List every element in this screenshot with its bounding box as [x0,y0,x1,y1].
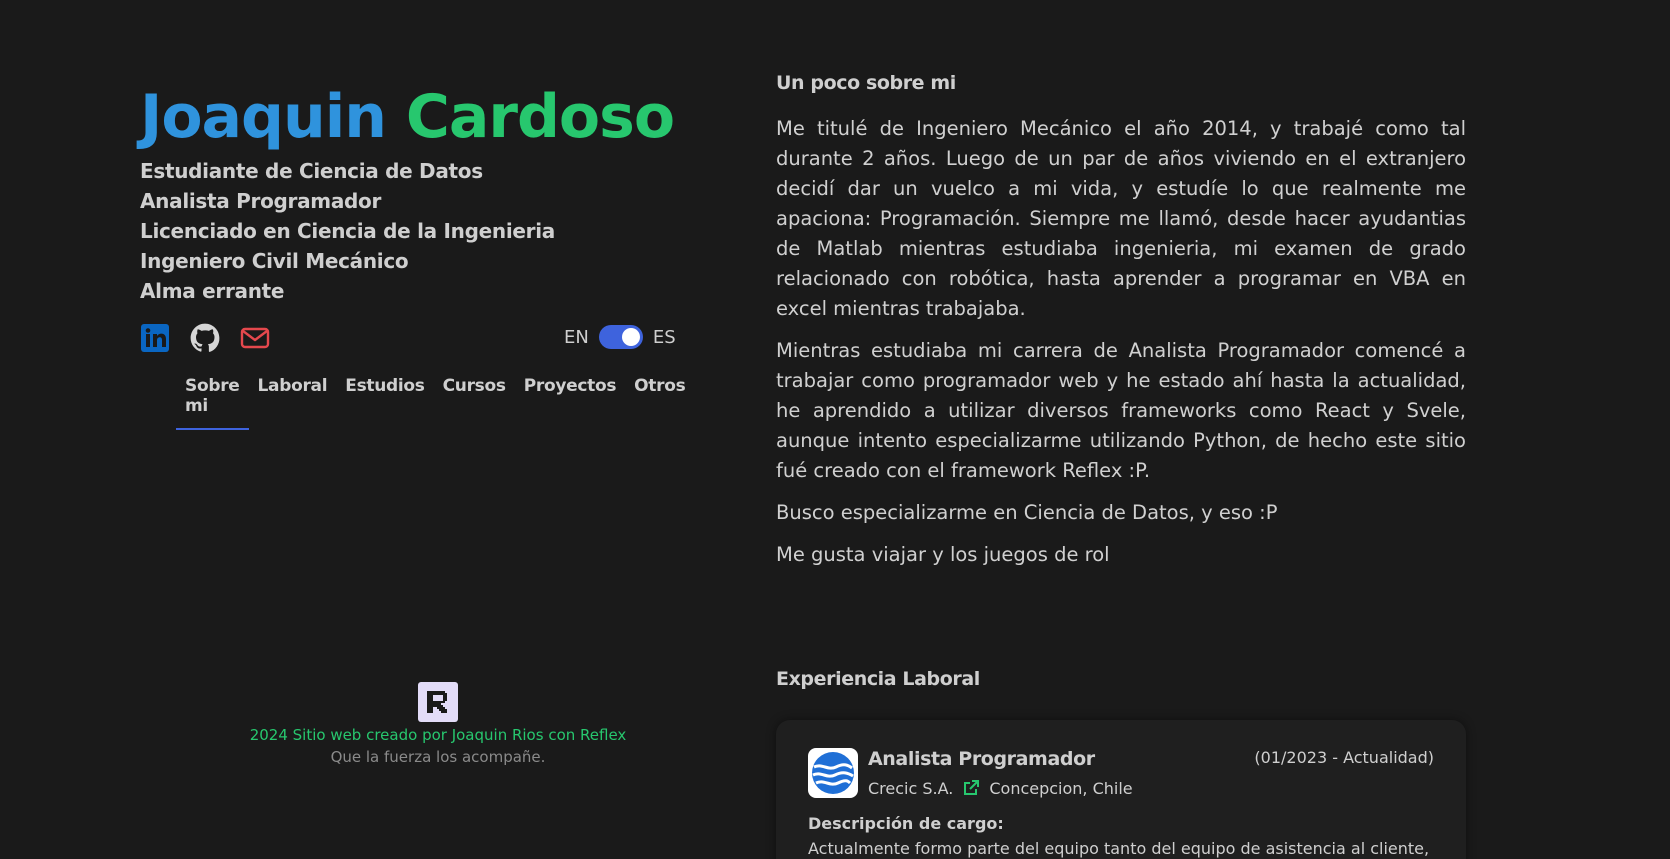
footer-credit: 2024 Sitio web creado por Joaquin Rios c… [249,726,627,744]
profile-name: Joaquin Cardoso [140,80,680,154]
about-paragraph: Mientras estudiaba mi carrera de Analist… [776,339,1466,482]
profile-column: Joaquin Cardoso Estudiante de Ciencia de… [140,80,686,430]
job-company: Crecic S.A. [868,778,954,798]
mail-icon[interactable] [240,323,270,353]
github-icon[interactable] [190,323,220,353]
language-toggle: EN ES [564,322,676,352]
language-switch[interactable] [598,325,643,349]
social-row: EN ES [140,320,680,360]
first-name: Joaquin [140,82,387,152]
about-section: Un poco sobre mi Me titulé de Ingeniero … [776,72,1466,570]
section-tabs: Sobre mi Laboral Estudios Cursos Proyect… [176,370,686,430]
lang-en-label: EN [564,326,589,348]
job-location: Concepcion, Chile [989,778,1133,798]
experience-title: Experiencia Laboral [776,668,980,690]
profile-title: Analista Programador [140,189,382,213]
profile-title: Estudiante de Ciencia de Datos [140,159,483,183]
about-title: Un poco sobre mi [776,72,956,94]
reflex-logo-icon[interactable] [418,682,458,722]
job-dates: (01/2023 - Actualidad) [1254,748,1434,767]
job-description-label: Descripción de cargo: [808,814,1004,833]
tab-estudios[interactable]: Estudios [336,370,433,430]
tab-sobre-mi[interactable]: Sobre mi [176,370,249,430]
about-paragraph: Busco especializarme en Ciencia de Datos… [776,501,1278,524]
job-meta: Crecic S.A. Concepcion, Chile [868,778,1254,798]
footer: 2024 Sitio web creado por Joaquin Rios c… [140,682,736,766]
company-logo-icon [808,748,858,798]
tab-proyectos[interactable]: Proyectos [515,370,625,430]
job-card: Analista Programador Crecic S.A. Concepc… [776,720,1466,859]
job-description: Actualmente formo parte del equipo tanto… [808,839,1430,858]
job-role: Analista Programador [868,748,1095,770]
job-card-header: Analista Programador Crecic S.A. Concepc… [808,748,1434,798]
linkedin-icon[interactable] [140,323,170,353]
footer-quote: Que la fuerza los acompañe. [330,748,546,766]
profile-title: Licenciado en Ciencia de la Ingenieria [140,219,555,243]
profile-title: Ingeniero Civil Mecánico [140,249,409,273]
last-name: Cardoso [405,82,675,152]
profile-titles: Estudiante de Ciencia de Datos Analista … [140,156,680,306]
tab-cursos[interactable]: Cursos [434,370,515,430]
about-paragraph: Me titulé de Ingeniero Mecánico el año 2… [776,117,1466,320]
external-link-icon[interactable] [961,778,981,798]
profile-title: Alma errante [140,279,285,303]
about-paragraph: Me gusta viajar y los juegos de rol [776,543,1110,566]
job-info: Analista Programador Crecic S.A. Concepc… [868,748,1254,798]
tab-otros[interactable]: Otros [625,370,694,430]
lang-es-label: ES [652,326,676,348]
tab-laboral[interactable]: Laboral [249,370,337,430]
